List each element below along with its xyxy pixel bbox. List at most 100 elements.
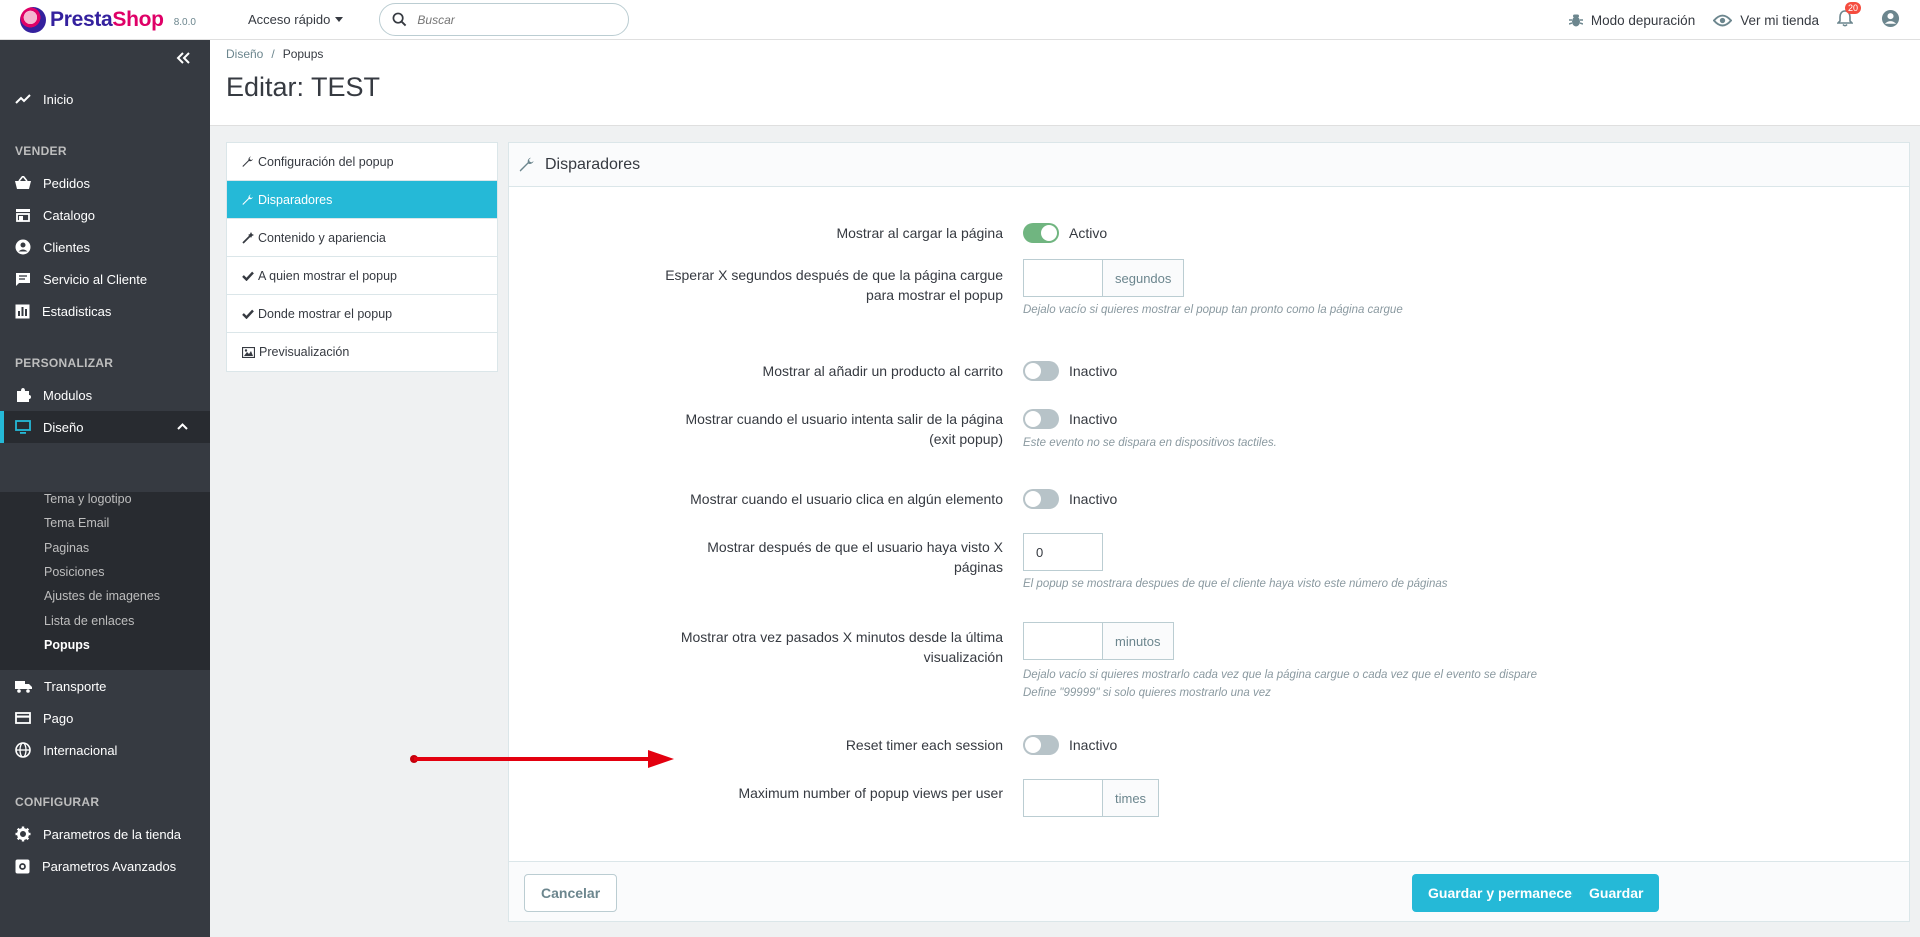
bug-icon [1568, 14, 1583, 26]
tab-where-to-show[interactable]: Donde mostrar el popup [227, 295, 497, 333]
sidebar-section-sell: VENDER [15, 144, 67, 158]
wait-seconds-input[interactable] [1023, 259, 1103, 297]
prestashop-logo[interactable]: PrestaShop 8.0.0 [20, 6, 230, 33]
sidebar-item-customers[interactable]: Clientes [0, 231, 210, 263]
on-load-state: Activo [1069, 225, 1108, 241]
sidebar-item-advanced-parameters[interactable]: Parametros Avanzados [0, 850, 210, 882]
breadcrumb: Diseño / Popups [226, 47, 323, 61]
globe-icon [15, 742, 31, 758]
tab-triggers[interactable]: Disparadores [227, 181, 497, 219]
submenu-item-popups[interactable]: Popups [44, 638, 90, 652]
again-minutes-help-2: Define "99999" si solo quieres mostrarlo… [1023, 687, 1271, 699]
sidebar-item-customer-service[interactable]: Servicio al Cliente [0, 263, 210, 295]
save-button[interactable]: Guardar [1573, 874, 1660, 912]
tab-popup-config[interactable]: Configuración del popup [227, 143, 497, 181]
submenu-item-image-settings[interactable]: Ajustes de imagenes [44, 589, 160, 603]
breadcrumb-parent-link[interactable]: Diseño [226, 47, 263, 61]
again-minutes-label-1: Mostrar otra vez pasados X minutos desde… [680, 629, 1003, 645]
store-icon [16, 209, 30, 222]
sidebar-item-home[interactable]: Inicio [0, 83, 210, 115]
wrench-icon [242, 194, 253, 205]
on-load-label: Mostrar al cargar la página [836, 225, 1003, 241]
chat-icon [16, 272, 30, 286]
wrench-icon [242, 156, 253, 167]
sidebar-item-label: Clientes [43, 239, 90, 255]
on-click-switch[interactable] [1023, 489, 1059, 509]
sidebar: Inicio VENDER Pedidos Catalogo Clientes … [0, 40, 210, 937]
sidebar-item-shipping[interactable]: Transporte [0, 670, 210, 702]
on-load-switch[interactable] [1023, 223, 1059, 243]
search-box[interactable] [379, 3, 630, 36]
wait-seconds-label-1: Esperar X segundos después de que la pág… [665, 267, 1003, 283]
max-views-label: Maximum number of popup views per user [738, 785, 1003, 801]
submenu-item-email-theme[interactable]: Tema Email [44, 516, 109, 530]
collapse-sidebar-button[interactable] [176, 52, 190, 67]
sidebar-item-label: Servicio al Cliente [43, 271, 148, 287]
sidebar-item-stats[interactable]: Estadisticas [0, 295, 210, 327]
after-pages-label-1: Mostrar después de que el usuario haya v… [707, 539, 1003, 555]
account-circle-icon [15, 239, 31, 255]
debug-mode-link[interactable]: Modo depuración [1568, 13, 1695, 28]
sidebar-item-orders[interactable]: Pedidos [0, 167, 210, 199]
tab-preview[interactable]: Previsualización [227, 333, 497, 371]
again-minutes-input[interactable] [1023, 622, 1103, 660]
logo-text-presta: Presta [50, 7, 113, 31]
view-store-link[interactable]: Ver mi tienda [1713, 13, 1819, 28]
after-pages-input[interactable] [1023, 533, 1103, 571]
submenu-item-theme[interactable]: Tema y logotipo [44, 492, 132, 506]
save-and-stay-button[interactable]: Guardar y permanecer [1412, 874, 1594, 912]
sidebar-item-international[interactable]: Internacional [0, 734, 210, 766]
tab-label: Donde mostrar el popup [258, 306, 393, 321]
tab-label: A quien mostrar el popup [258, 268, 397, 283]
breadcrumb-current: Popups [282, 47, 324, 61]
sidebar-item-payment[interactable]: Pago [0, 702, 210, 734]
panel-heading: Disparadores [509, 143, 1909, 187]
employee-avatar[interactable] [1881, 9, 1900, 31]
exit-popup-label-1: Mostrar cuando el usuario intenta salir … [685, 411, 1003, 427]
search-icon [392, 12, 407, 27]
notifications-badge: 20 [1845, 2, 1862, 14]
magic-wand-icon [242, 231, 254, 244]
submenu-item-positions[interactable]: Posiciones [44, 565, 104, 579]
tab-content-appearance[interactable]: Contenido y apariencia [227, 219, 497, 257]
reset-timer-label: Reset timer each session [845, 737, 1003, 753]
credit-card-icon [15, 712, 31, 724]
sidebar-item-modules[interactable]: Modulos [0, 379, 210, 411]
notifications-button[interactable]: 20 [1836, 2, 1862, 30]
search-input[interactable] [417, 12, 598, 27]
wait-seconds-help: Dejalo vacío si quieres mostrar el popup… [1023, 304, 1403, 316]
sidebar-section-customize: PERSONALIZAR [15, 356, 114, 370]
sidebar-item-design[interactable]: Diseño [0, 411, 210, 443]
sidebar-item-label: Catalogo [43, 207, 96, 223]
sidebar-item-label: Diseño [43, 419, 84, 435]
top-header: PrestaShop 8.0.0 Acceso rápido Modo depu… [0, 0, 1920, 40]
submenu-item-link-list[interactable]: Lista de enlaces [44, 614, 134, 628]
version-label: 8.0.0 [173, 17, 196, 28]
tab-who-to-show[interactable]: A quien mostrar el popup [227, 257, 497, 295]
add-to-cart-label: Mostrar al añadir un producto al carrito [762, 363, 1003, 379]
sidebar-section-configure: CONFIGURAR [15, 795, 100, 809]
wrench-icon [519, 157, 534, 172]
settings-box-icon [15, 859, 30, 873]
eye-icon [1713, 14, 1733, 26]
puzzle-icon [17, 388, 31, 402]
reset-timer-switch[interactable] [1023, 735, 1059, 755]
max-views-input[interactable] [1023, 779, 1103, 817]
add-to-cart-state: Inactivo [1069, 363, 1118, 379]
exit-popup-label-2: (exit popup) [929, 431, 1003, 447]
submenu-item-pages[interactable]: Paginas [44, 541, 89, 555]
panel-footer: Cancelar Guardar y permanecer Guardar [509, 861, 1909, 921]
after-pages-label-2: páginas [953, 559, 1003, 575]
exit-popup-help: Este evento no se dispara en dispositivo… [1023, 437, 1277, 449]
exit-popup-state: Inactivo [1069, 411, 1118, 427]
cancel-button[interactable]: Cancelar [524, 874, 618, 912]
sidebar-item-catalog[interactable]: Catalogo [0, 199, 210, 231]
sidebar-item-label: Parametros Avanzados [42, 858, 177, 874]
quick-access-dropdown[interactable]: Acceso rápido [248, 12, 344, 27]
page-title: Editar: TEST [226, 72, 381, 102]
sidebar-item-label: Pago [43, 710, 74, 726]
sidebar-item-shop-parameters[interactable]: Parametros de la tienda [0, 818, 210, 850]
add-to-cart-switch[interactable] [1023, 361, 1059, 381]
exit-popup-switch[interactable] [1023, 409, 1059, 429]
sidebar-item-label: Parametros de la tienda [43, 826, 182, 842]
